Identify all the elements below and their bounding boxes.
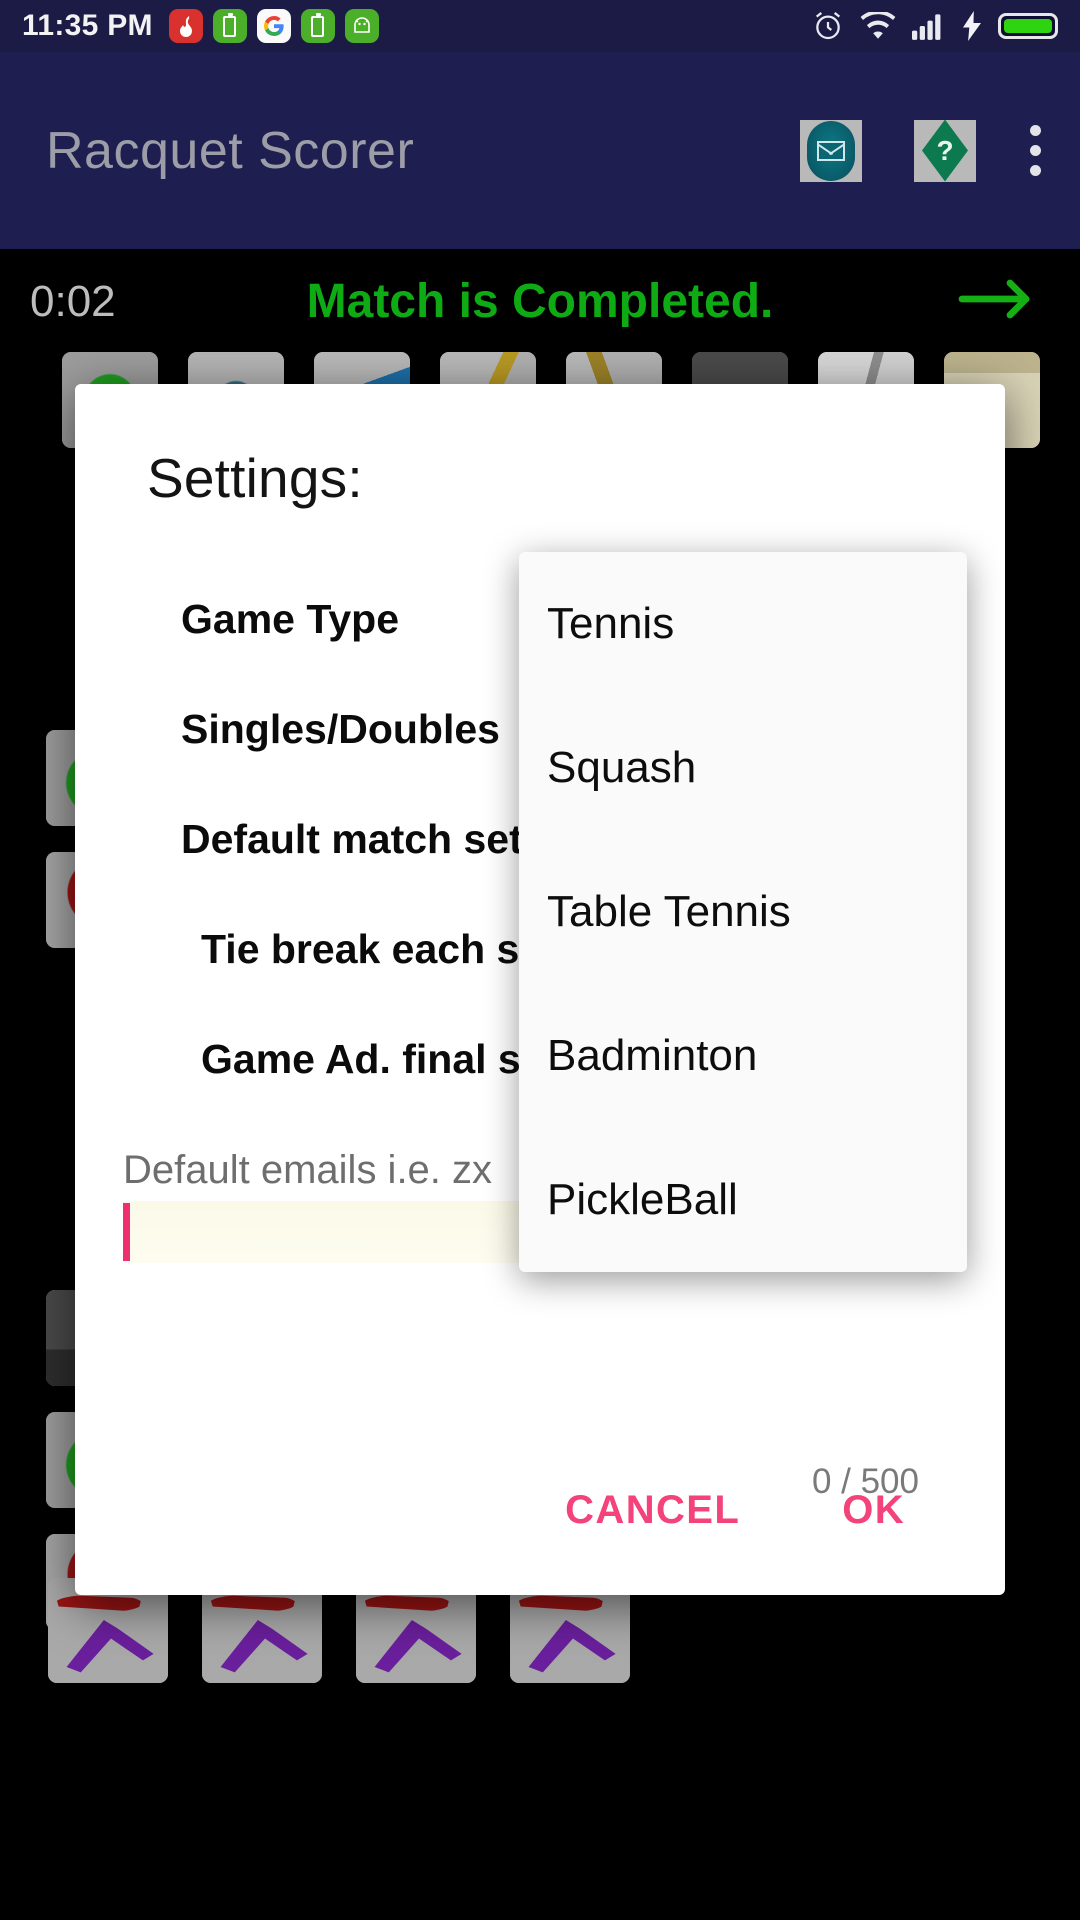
alarm-icon [812, 10, 844, 42]
dropdown-item-table-tennis[interactable]: Table Tennis [519, 840, 967, 984]
battery-icon [998, 13, 1058, 39]
arrow-right-icon[interactable] [958, 274, 1038, 329]
setting-label: Tie break each set [201, 925, 556, 972]
battery-saver-icon [212, 9, 247, 43]
setting-label: Singles/Doubles [181, 705, 500, 752]
status-bar-system-icons [812, 10, 1058, 42]
signal-icon [912, 12, 946, 40]
match-status-text: Match is Completed. [306, 275, 774, 328]
text-caret [123, 1203, 130, 1261]
mail-icon [807, 120, 855, 181]
app-bar-actions: ? [800, 119, 1048, 182]
more-vert-icon[interactable] [1028, 125, 1042, 176]
status-bar-notifications [168, 9, 379, 43]
google-icon [256, 9, 291, 43]
game-type-dropdown[interactable]: Tennis Squash Table Tennis Badminton Pic… [519, 552, 967, 1272]
app-bar: Racquet Scorer ? [0, 52, 1080, 249]
help-diamond-icon: ? [922, 119, 968, 182]
android-icon [344, 9, 379, 43]
status-bar: 11:35 PM [0, 0, 1080, 52]
dropdown-item-badminton[interactable]: Badminton [519, 984, 967, 1128]
wifi-icon [860, 12, 896, 40]
cancel-button[interactable]: CANCEL [559, 1478, 746, 1543]
page-title: Racquet Scorer [46, 121, 415, 180]
dropdown-item-pickleball[interactable]: PickleBall [519, 1128, 967, 1272]
battery-saver-icon [300, 9, 335, 43]
email-action-button[interactable] [800, 119, 862, 182]
dropdown-item-squash[interactable]: Squash [519, 696, 967, 840]
help-action-button[interactable]: ? [914, 119, 976, 182]
match-status-bar: 0:02 Match is Completed. [0, 249, 1080, 354]
match-timer: 0:02 [30, 276, 116, 326]
setting-label: Game Ad. final set [201, 1035, 558, 1082]
phone-screen: 11:35 PM Racquet Scorer ? 0:02 Match is … [0, 0, 1080, 1920]
dialog-title: Settings: [147, 447, 363, 509]
dialog-actions: CANCEL OK [75, 1478, 1005, 1595]
app-badge-icon [168, 9, 203, 43]
help-glyph: ? [936, 134, 954, 166]
setting-label: Default match sets [181, 815, 546, 862]
status-bar-clock: 11:35 PM [22, 9, 153, 42]
charging-bolt-icon [962, 11, 982, 41]
ok-button[interactable]: OK [836, 1478, 911, 1543]
dropdown-item-tennis[interactable]: Tennis [519, 552, 967, 696]
setting-label: Game Type [181, 595, 399, 642]
